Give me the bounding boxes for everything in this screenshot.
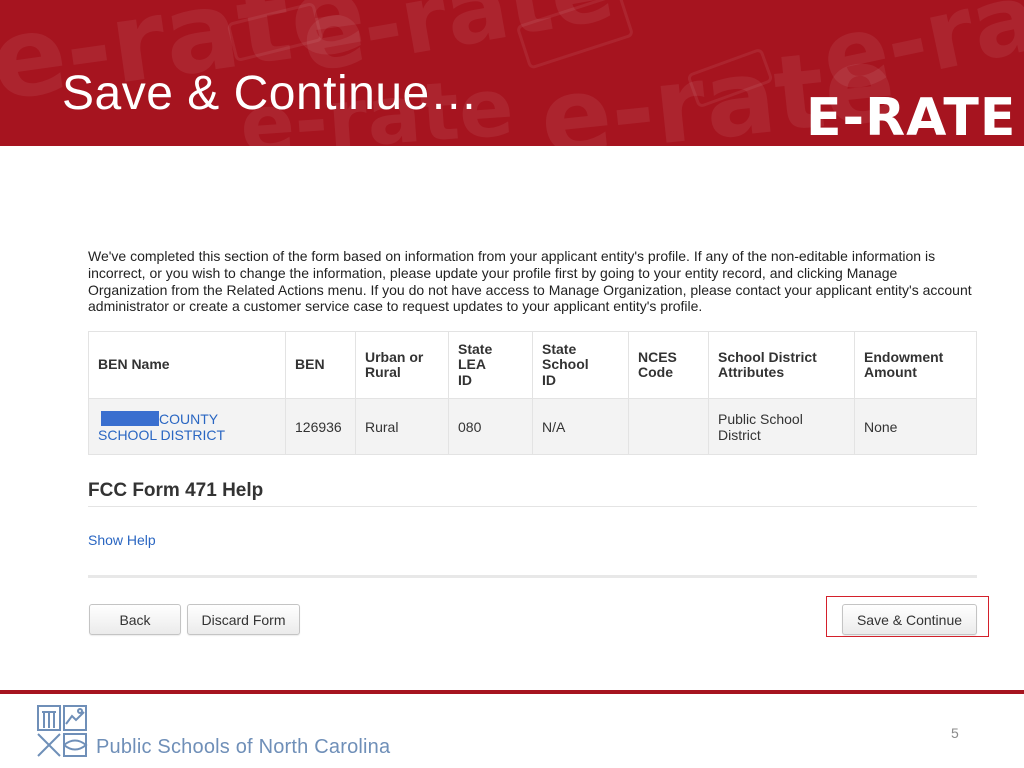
- cell-label: Public School District: [718, 410, 803, 443]
- column-header-state-lea-id: State LEA ID: [448, 331, 533, 399]
- save-continue-button[interactable]: Save & Continue: [842, 604, 977, 635]
- ben-cell: 126936: [285, 398, 356, 455]
- district-attributes-cell: Public School District: [708, 398, 855, 455]
- ben-table: BEN Name BEN Urban or Rural State LEA ID…: [88, 331, 977, 455]
- divider: [88, 506, 977, 507]
- usb-plug-icon: [226, 1, 324, 63]
- help-section-heading: FCC Form 471 Help: [88, 480, 264, 501]
- usb-plug-icon: [515, 0, 635, 70]
- state-lea-id-cell: 080: [448, 398, 533, 455]
- header-label: NCES Code: [638, 348, 677, 380]
- column-header-ben-name: BEN Name: [88, 331, 286, 399]
- nc-dpi-logo-icon: [37, 705, 88, 757]
- intro-text: We've completed this section of the form…: [88, 248, 972, 315]
- usb-plug-icon: [686, 47, 774, 109]
- header-label: State School ID: [542, 340, 589, 388]
- show-help-link[interactable]: Show Help: [88, 532, 156, 548]
- column-header-state-school-id: State School ID: [532, 331, 629, 399]
- state-school-id-cell: N/A: [532, 398, 629, 455]
- header-label: Urban or Rural: [365, 348, 424, 380]
- erate-logo: E-RATE: [806, 88, 1017, 146]
- column-header-district-attributes: School District Attributes: [708, 331, 855, 399]
- header-label: Endowment Amount: [864, 348, 944, 380]
- endowment-cell: None: [854, 398, 977, 455]
- footer-rule: [0, 690, 1024, 694]
- slide-banner: e-rate e-rate e-rate e-rate e-rate Save …: [0, 0, 1024, 146]
- ben-name-cell[interactable]: COUNTY SCHOOL DISTRICT: [88, 398, 286, 455]
- back-button[interactable]: Back: [89, 604, 181, 635]
- nces-code-cell: [628, 398, 709, 455]
- divider: [88, 575, 977, 578]
- column-header-ben: BEN: [285, 331, 356, 399]
- column-header-endowment: Endowment Amount: [854, 331, 977, 399]
- header-label: School District Attributes: [718, 348, 817, 380]
- table-header-row: BEN Name BEN Urban or Rural State LEA ID…: [88, 331, 977, 399]
- redaction-block: [101, 410, 159, 426]
- table-row: COUNTY SCHOOL DISTRICT 126936 Rural 080 …: [88, 398, 977, 455]
- urban-rural-cell: Rural: [355, 398, 449, 455]
- column-header-nces-code: NCES Code: [628, 331, 709, 399]
- org-name: Public Schools of North Carolina: [96, 736, 391, 758]
- column-header-urban-rural: Urban or Rural: [355, 331, 449, 399]
- slide-title: Save & Continue…: [62, 67, 479, 120]
- discard-form-button[interactable]: Discard Form: [187, 604, 300, 635]
- page-number: 5: [951, 725, 959, 741]
- header-label: State LEA ID: [458, 340, 493, 388]
